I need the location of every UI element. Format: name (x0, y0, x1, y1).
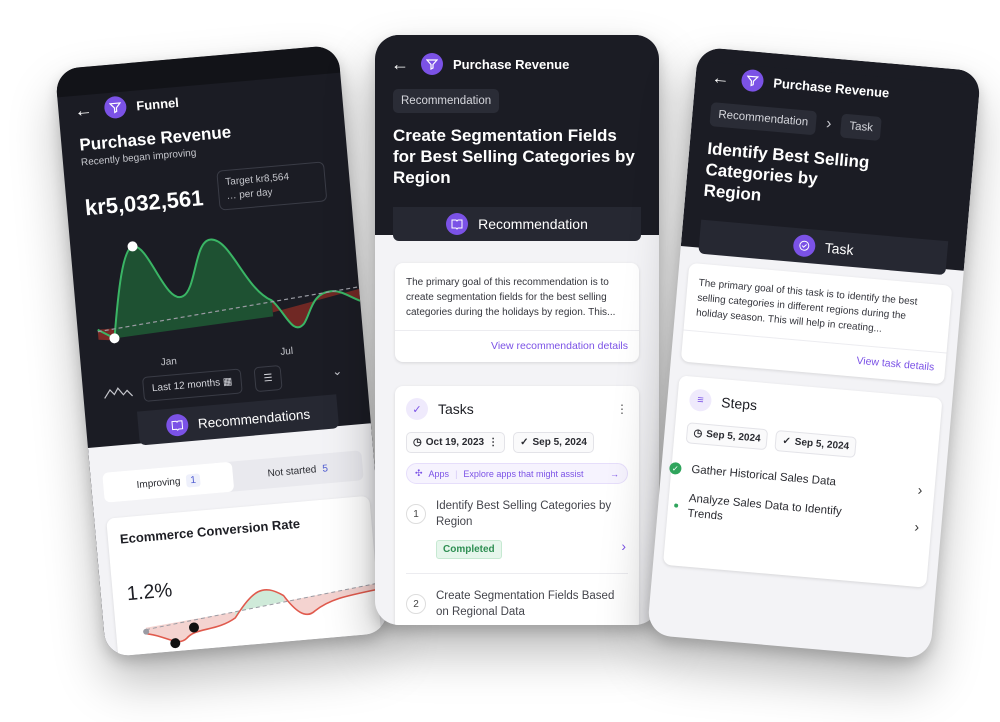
task-label-1: Identify Best Selling Categories by Regi… (436, 500, 612, 528)
task-card: The primary goal of this task is to iden… (680, 262, 953, 385)
step-item-2[interactable]: Analyze Sales Data to Identify Trends › (667, 490, 933, 543)
section-label: Task (824, 239, 855, 259)
phone-recommendation: ← Purchase Revenue Recommendation Create… (375, 35, 659, 625)
end-date-chip[interactable]: ✓ Sep 5, 2024 (513, 432, 594, 453)
tasks-title: Tasks (438, 401, 474, 417)
chevron-down-icon[interactable]: ⌄ (332, 364, 343, 379)
section-label: Recommendation (478, 216, 588, 232)
tasks-header: ✓ Tasks ⋮ (406, 398, 628, 420)
checkmark-icon: ✓ (781, 435, 792, 448)
apps-divider: | (455, 468, 458, 479)
task-label-2: Create Segmentation Fields Based on Regi… (436, 590, 615, 618)
tab-improving-count: 1 (185, 472, 201, 488)
more-vertical-icon: ⋮ (488, 437, 499, 448)
back-arrow-icon[interactable]: ← (74, 99, 96, 122)
recommendation-header-area: ← Purchase Revenue Recommendation Create… (375, 35, 659, 235)
tab-improving[interactable]: Improving 1 (102, 461, 235, 503)
start-date-chip[interactable]: ◷ Sep 5, 2024 (685, 422, 769, 451)
tab-not-started[interactable]: Not started 5 (232, 450, 364, 491)
tab-not-started-count: 5 (321, 462, 329, 475)
phone-funnel: ← Funnel Purchase Revenue Recently began… (54, 44, 390, 658)
back-arrow-icon[interactable]: ← (711, 67, 733, 90)
target-line-2: per day (238, 187, 273, 201)
target-box: Target kr8,564 … per day (216, 161, 328, 211)
clock-icon: ◷ (693, 427, 703, 440)
start-date-chip[interactable]: ◷ Oct 19, 2023 ⋮ (406, 432, 506, 453)
conversion-card[interactable]: Ecommerce Conversion Rate 1.2% (106, 495, 384, 658)
range-label: Last 12 months (151, 377, 221, 395)
chevron-right-icon[interactable]: › (914, 518, 920, 534)
task-item-1[interactable]: 1 Identify Best Selling Categories by Re… (406, 498, 628, 574)
status-badge: Completed (436, 540, 502, 559)
axis-label-jul: Jul (279, 345, 294, 358)
phone-task: ← Purchase Revenue Recommendation › Task… (646, 46, 982, 660)
revenue-chart (97, 238, 361, 344)
checkmark-icon: ✓ (520, 437, 529, 448)
metric-value: kr5,032,561 (83, 185, 205, 221)
tasks-card: ✓ Tasks ⋮ ◷ Oct 19, 2023 ⋮ ✓ Sep 5, 2024… (395, 386, 639, 625)
puzzle-icon: ✣ (415, 468, 423, 478)
step-label-2: Analyze Sales Data to Identify Trends (686, 492, 843, 523)
funnel-icon (740, 68, 765, 93)
funnel-icon (103, 95, 128, 120)
conversion-card-title: Ecommerce Conversion Rate (119, 515, 301, 547)
view-recommendation-link[interactable]: View recommendation details (395, 330, 639, 362)
tab-improving-label: Improving (136, 475, 181, 491)
filter-icon: ☰ (263, 372, 274, 385)
filter-button[interactable]: ☰ (253, 364, 283, 393)
clock-icon: ◷ (413, 437, 422, 448)
book-icon (446, 213, 469, 235)
end-date: Sep 5, 2024 (532, 437, 587, 448)
header-title: Funnel (135, 94, 180, 114)
recommendations-panel: Improving 1 Not started 5 Ecommerce Conv… (87, 423, 390, 658)
task-number-1: 1 (406, 504, 426, 524)
recommendations-label: Recommendations (197, 406, 311, 431)
top-bar: ← Purchase Revenue (375, 49, 659, 83)
end-date-chip[interactable]: ✓ Sep 5, 2024 (774, 430, 857, 458)
apps-text: Explore apps that might assist (463, 468, 584, 479)
start-date: Sep 5, 2024 (705, 428, 761, 445)
apps-banner[interactable]: ✣ Apps | Explore apps that might assist … (406, 463, 628, 484)
more-vertical-icon[interactable]: ⋮ (616, 402, 628, 416)
check-circle-icon (791, 233, 816, 258)
date-row: ◷ Oct 19, 2023 ⋮ ✓ Sep 5, 2024 (406, 432, 628, 453)
task-number-2: 2 (406, 594, 426, 614)
end-date: Sep 5, 2024 (794, 436, 850, 453)
apps-label: Apps (428, 468, 450, 479)
arrow-right-icon: → (610, 468, 619, 479)
more-icon[interactable]: … (226, 190, 240, 202)
breadcrumb-task[interactable]: Task (840, 113, 882, 141)
target-line-1: Target kr8,564 (224, 171, 290, 189)
recommendation-card: The primary goal of this recommendation … (395, 263, 639, 362)
header-title: Purchase Revenue (453, 56, 570, 72)
sparkline-icon-small[interactable] (146, 653, 177, 658)
funnel-icon (421, 53, 443, 75)
check-circle-icon: ✓ (406, 398, 428, 420)
list-icon: ≡ (688, 388, 713, 413)
chevron-right-icon[interactable]: › (917, 482, 923, 498)
task-item-2[interactable]: 2 Create Segmentation Fields Based on Re… (406, 588, 628, 620)
step-bullet-icon (674, 503, 679, 508)
breadcrumb-recommendation[interactable]: Recommendation (393, 89, 500, 113)
axis-label-jan: Jan (160, 355, 178, 369)
recommendation-description: The primary goal of this recommendation … (406, 277, 616, 318)
steps-title: Steps (720, 394, 758, 414)
tab-not-started-label: Not started (267, 463, 317, 479)
book-icon (165, 413, 189, 438)
range-button[interactable]: Last 12 months ▦ (141, 368, 243, 402)
header-title: Purchase Revenue (772, 74, 890, 101)
step-complete-icon: ✓ (668, 461, 682, 475)
tab-bar: Improving 1 Not started 5 (102, 450, 364, 503)
section-recommendation[interactable]: Recommendation (393, 207, 641, 241)
chevron-right-icon[interactable]: › (621, 538, 626, 554)
step-label-1: Gather Historical Sales Data (690, 463, 837, 488)
chevron-right-icon: › (825, 115, 833, 133)
calendar-icon: ▦ (222, 376, 233, 389)
back-arrow-icon[interactable]: ← (391, 54, 411, 75)
start-date: Oct 19, 2023 (425, 437, 485, 448)
sparkline-icon[interactable] (103, 384, 134, 401)
steps-card: ≡ Steps ◷ Sep 5, 2024 ✓ Sep 5, 2024 ✓ Ga… (662, 375, 943, 588)
status-bar (375, 35, 659, 49)
page-title: Create Segmentation Fields for Best Sell… (393, 126, 635, 187)
